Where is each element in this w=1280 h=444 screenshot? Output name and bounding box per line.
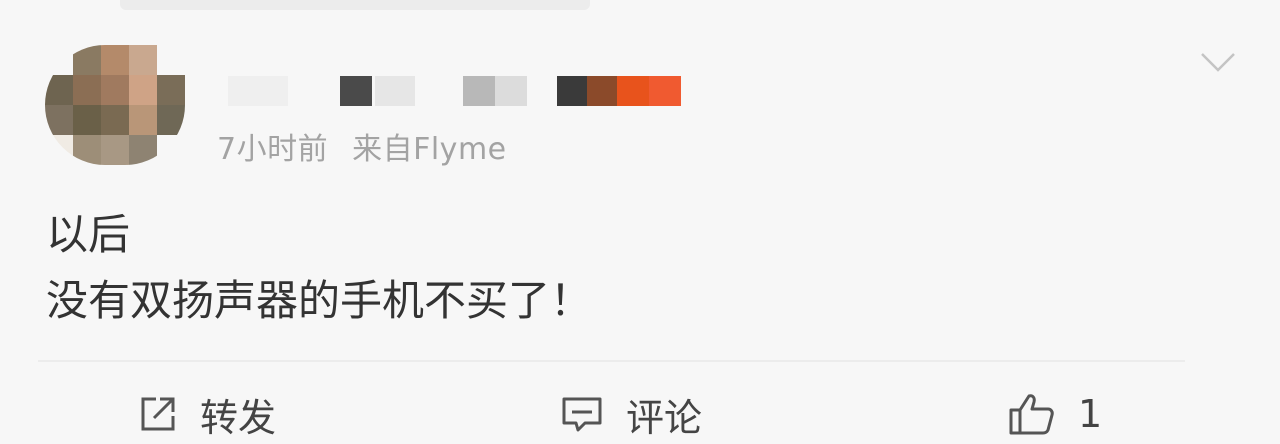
like-button[interactable]: 1 [1008,388,1102,440]
repost-label: 转发 [200,395,277,440]
divider [38,360,1185,362]
like-count: 1 [1078,392,1103,436]
repost-button[interactable]: 转发 [138,388,276,440]
post-source[interactable]: 来自Flyme [352,132,507,167]
comment-bubble-icon [562,397,602,432]
thumbs-up-icon [1009,394,1054,435]
username-redacted[interactable] [0,70,1280,110]
comment-label: 评论 [626,395,703,440]
content-line-2: 没有双扬声器的手机不买了！ [46,276,593,325]
post-content: 以后 没有双扬声器的手机不买了！ [46,202,592,334]
chevron-down-icon[interactable] [1200,48,1236,78]
previous-item-edge [120,0,590,10]
post-meta: 7小时前 来自Flyme [217,124,507,168]
comment-button[interactable]: 评论 [560,388,702,440]
post-time: 7小时前 [217,132,329,167]
content-line-1: 以后 [46,210,131,259]
share-box-icon [141,397,175,431]
